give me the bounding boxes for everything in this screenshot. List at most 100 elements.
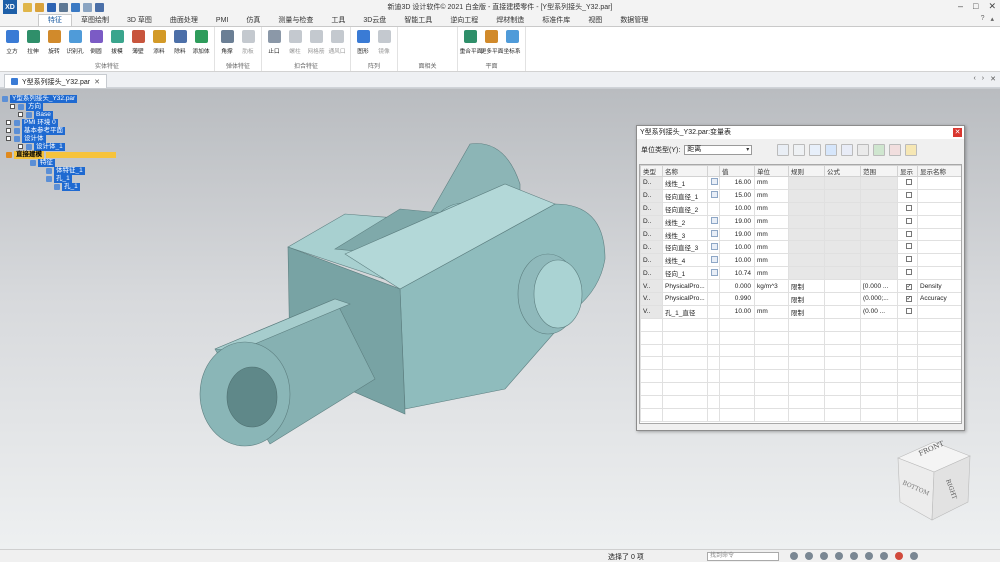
ribbon-tab[interactable]: 3D云盘 — [354, 15, 395, 26]
cell-name[interactable]: 径向直径_3 — [662, 240, 708, 255]
view-cube[interactable]: FRONT RIGHT BOTTOM — [894, 438, 974, 528]
rotate-icon[interactable] — [850, 552, 858, 560]
cell-show[interactable] — [897, 214, 918, 229]
cell-value[interactable]: 15.00 — [719, 188, 755, 203]
ribbon-tab[interactable]: 焊材制造 — [487, 15, 533, 26]
cell-formula[interactable] — [824, 253, 861, 268]
minimize-icon[interactable]: – — [958, 1, 963, 12]
function-icon[interactable] — [857, 144, 869, 156]
cell-show[interactable] — [897, 253, 918, 268]
ribbon-tab[interactable]: 数据管理 — [611, 15, 657, 26]
cell-show[interactable]: ✓ — [897, 292, 918, 306]
cell-name[interactable]: 线性_4 — [662, 253, 708, 268]
table-row[interactable]: V.. PhysicalPro... 0.000 kg/m^3 限制 [0.000 ...… — [640, 279, 961, 294]
close-tab-icon[interactable]: ✕ — [94, 78, 100, 86]
tree-checkbox[interactable] — [6, 136, 11, 141]
excel-icon[interactable] — [873, 144, 885, 156]
tree-node[interactable]: 孔_1 — [0, 175, 120, 183]
help-icon[interactable] — [905, 144, 917, 156]
tree-node[interactable]: 特征 — [0, 159, 120, 167]
table-row[interactable]: D.. 线性_4 10.00 mm — [640, 253, 961, 268]
cell-name[interactable]: PhysicalPro... — [662, 292, 708, 306]
cell-formula[interactable] — [824, 279, 861, 294]
document-tab[interactable]: Y型系列接头_Y32.par ✕ — [4, 74, 107, 88]
zoom-area-icon[interactable] — [805, 552, 813, 560]
cell-value[interactable]: 10.00 — [719, 253, 755, 268]
table-row[interactable]: D.. 线性_3 19.00 mm — [640, 227, 961, 242]
tree-node[interactable]: PMI 环境 0 — [0, 119, 120, 127]
cell-show[interactable] — [897, 240, 918, 255]
checkbox[interactable] — [905, 204, 912, 211]
cell-name[interactable]: 线性_2 — [662, 214, 708, 229]
cell-show[interactable] — [897, 227, 918, 242]
view-orientation-icon[interactable] — [880, 552, 888, 560]
ribbon-tab[interactable]: 特征 — [38, 14, 72, 26]
column-header[interactable]: 范围 — [860, 165, 898, 177]
column-header[interactable]: 名称 — [662, 165, 708, 177]
checkbox[interactable] — [905, 243, 912, 250]
cell-formula[interactable] — [824, 292, 861, 306]
cell-value[interactable]: 10.74 — [719, 266, 755, 281]
tree-node[interactable]: 设计体 — [0, 135, 120, 143]
table-row[interactable]: D.. 径向_1 10.74 mm — [640, 266, 961, 281]
cell-name[interactable]: 径向直径_2 — [662, 201, 708, 216]
checkbox[interactable] — [905, 307, 912, 314]
checkbox-checked[interactable]: ✓ — [905, 296, 912, 303]
cell-formula[interactable] — [824, 176, 861, 190]
pan-icon[interactable] — [835, 552, 843, 560]
print-icon[interactable] — [59, 2, 68, 12]
tab-prev-icon[interactable]: ‹ — [973, 75, 975, 83]
filter-icon[interactable] — [825, 144, 837, 156]
table-row[interactable]: D.. 线性_2 19.00 mm — [640, 214, 961, 229]
tree-checkbox[interactable] — [18, 112, 23, 117]
tree-checkbox[interactable] — [6, 120, 11, 125]
cell-value[interactable]: 19.00 — [719, 227, 755, 242]
column-header[interactable]: 规则 — [788, 165, 825, 177]
formula-link-icon[interactable] — [711, 191, 718, 199]
filter-add-icon[interactable] — [809, 144, 821, 156]
checkbox[interactable] — [905, 191, 912, 198]
cell-formula[interactable] — [824, 304, 861, 319]
formula-link-icon[interactable] — [711, 255, 718, 263]
undo-icon[interactable] — [71, 2, 80, 12]
tab-close-all-icon[interactable]: ✕ — [990, 75, 996, 83]
cell-show[interactable] — [897, 266, 918, 281]
cell-name[interactable]: 线性_3 — [662, 227, 708, 242]
zoom-icon[interactable] — [790, 552, 798, 560]
save-icon[interactable] — [47, 2, 56, 12]
sort-icon[interactable] — [777, 144, 789, 156]
tree-node[interactable]: 基本参考平面 — [0, 127, 120, 135]
record-icon[interactable] — [895, 552, 903, 560]
cell-value[interactable]: 19.00 — [719, 214, 755, 229]
ribbon-tab[interactable]: 工具 — [322, 15, 354, 26]
cell-value[interactable]: 0.990 — [719, 292, 755, 306]
tree-node[interactable]: Y型系列接头_Y32.par — [0, 95, 120, 103]
ribbon-tab[interactable]: 3D 草图 — [118, 15, 161, 26]
column-header[interactable]: 公式 — [824, 165, 861, 177]
table-row[interactable]: V.. 孔_1_直径 10.00 mm 限制 (0.00 ... — [640, 304, 961, 319]
checkbox[interactable] — [905, 178, 912, 185]
cell-formula[interactable] — [824, 227, 861, 242]
ribbon-tab[interactable]: PMI — [207, 15, 237, 26]
tree-node[interactable]: Base — [0, 111, 120, 119]
cell-formula[interactable] — [824, 201, 861, 216]
cell-formula[interactable] — [824, 188, 861, 203]
cell-formula[interactable] — [824, 240, 861, 255]
tree-checkbox[interactable] — [6, 128, 11, 133]
cell-value[interactable]: 10.00 — [719, 304, 755, 319]
cell-value[interactable]: 0.000 — [719, 279, 755, 294]
tree-node[interactable]: 孔_1 — [0, 183, 120, 191]
cell-show[interactable] — [897, 201, 918, 216]
tree-checkbox[interactable] — [18, 144, 23, 149]
cell-show[interactable] — [897, 304, 918, 319]
column-header[interactable]: 类型 — [640, 165, 663, 177]
checkbox-checked[interactable]: ✓ — [905, 283, 912, 290]
ribbon-tab[interactable]: 视图 — [579, 15, 611, 26]
fit-icon[interactable] — [820, 552, 828, 560]
cell-formula[interactable] — [824, 266, 861, 281]
new-icon[interactable] — [23, 2, 32, 12]
formula-link-icon[interactable] — [711, 217, 718, 225]
settings-icon[interactable] — [910, 552, 918, 560]
formula-icon[interactable] — [841, 144, 853, 156]
ribbon-tab[interactable]: 仿真 — [237, 15, 269, 26]
